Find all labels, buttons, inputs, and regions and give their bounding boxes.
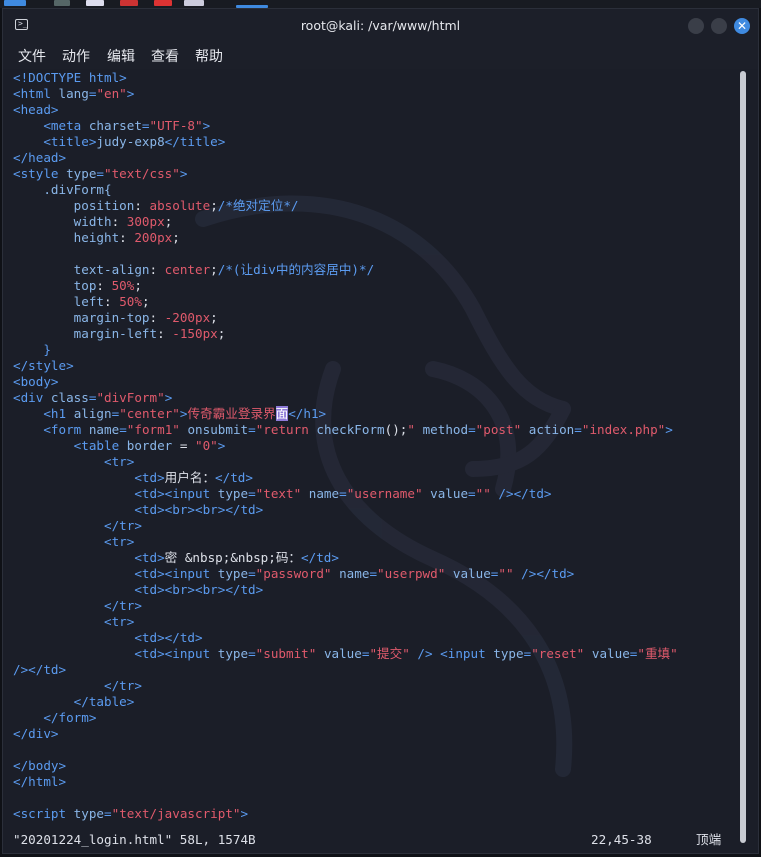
code-line: </tr> [104, 598, 142, 613]
code-line: <tr> [104, 454, 135, 469]
code-line: <!DOCTYPE html> [13, 70, 127, 85]
code-line: <head> [13, 102, 59, 117]
code-line: <tr> [104, 534, 135, 549]
code-line: <style type="text/css"> [13, 166, 188, 181]
code-line: <td>用户名：</td> [134, 470, 253, 485]
code-line: width: 300px; [73, 214, 173, 229]
taskbar-app-icon[interactable] [54, 0, 70, 6]
code-line: <td><input type="password" name="userpwd… [134, 566, 575, 581]
menu-edit[interactable]: 编辑 [107, 46, 135, 66]
code-line: top: 50%; [73, 278, 142, 293]
code-line: <form name="form1" onsubmit="return chec… [43, 422, 673, 437]
code-line: <html lang="en"> [13, 86, 135, 101]
taskbar-strip [0, 0, 761, 8]
code-line: <tr> [104, 614, 135, 629]
code-line: } [43, 342, 51, 357]
code-line: <title>judy-exp8</title> [43, 134, 226, 149]
menu-view[interactable]: 查看 [151, 46, 179, 66]
maximize-button[interactable] [711, 18, 727, 34]
code-line: <td>密 &nbsp;&nbsp;码：</td> [134, 550, 339, 565]
code-line: <table border = "0"> [73, 438, 226, 453]
code-line: </html> [13, 774, 67, 789]
terminal-area[interactable]: <!DOCTYPE html> <html lang="en"> <head> <m… [3, 69, 736, 853]
window-title: root@kali: /var/www/html [300, 18, 461, 33]
taskbar-app-icon[interactable] [154, 0, 172, 6]
status-cursor-position: 22,45-38 [591, 832, 652, 847]
status-file-info: "20201224_login.html" 58L, 1574B [13, 832, 256, 847]
taskbar-app-icon[interactable] [184, 0, 204, 6]
code-line: margin-left: -150px; [73, 326, 226, 341]
taskbar-app-icon[interactable] [86, 0, 104, 6]
code-editor[interactable]: <!DOCTYPE html> <html lang="en"> <head> <m… [13, 70, 678, 822]
code-line: <td><br><br></td> [134, 502, 264, 517]
scrollbar-thumb[interactable] [740, 71, 746, 843]
code-line: </table> [73, 694, 135, 709]
close-button[interactable]: ✕ [734, 18, 750, 34]
taskbar-start-icon[interactable] [4, 0, 26, 6]
code-line: <td><br><br></td> [134, 582, 264, 597]
code-line: position: absolute;/*绝对定位*/ [73, 198, 299, 213]
status-scroll-position: 顶端 [696, 832, 722, 847]
vim-status-line: "20201224_login.html" 58L, 1574B 22,45-3… [13, 832, 725, 848]
code-line: <div class="divForm"> [13, 390, 173, 405]
code-line: </form> [43, 710, 97, 725]
code-line: .divForm{ [43, 182, 112, 197]
code-line: height: 200px; [73, 230, 180, 245]
menu-file[interactable]: 文件 [18, 46, 46, 66]
menu-action[interactable]: 动作 [62, 46, 90, 66]
taskbar-app-icon[interactable] [120, 0, 138, 6]
code-line: left: 50%; [73, 294, 150, 309]
title-bar[interactable]: >_ root@kali: /var/www/html ✕ [3, 9, 758, 43]
code-line: <body> [13, 374, 59, 389]
vertical-scrollbar[interactable] [739, 71, 747, 851]
code-line: <td></td> [134, 630, 203, 645]
code-line: /></td> [13, 662, 67, 677]
code-line: </tr> [104, 518, 142, 533]
code-line: <td><input type="text" name="username" v… [134, 486, 552, 501]
code-line: </div> [13, 726, 59, 741]
minimize-button[interactable] [688, 18, 704, 34]
code-line: margin-top: -200px; [73, 310, 218, 325]
code-line: <td><input type="submit" value="提交" /> <… [134, 646, 678, 661]
code-line: <meta charset="UTF-8"> [43, 118, 211, 133]
menu-help[interactable]: 帮助 [195, 46, 223, 66]
code-line: </style> [13, 358, 74, 373]
code-line: <h1 align="center">传奇霸业登录界面</h1> [43, 406, 327, 421]
terminal-window: >_ root@kali: /var/www/html ✕ 文件 动作 编辑 查… [2, 8, 759, 854]
code-line: text-align: center;/*(让div中的内容居中)*/ [73, 262, 375, 277]
code-line: <script type="text/javascript"> [13, 806, 249, 821]
menu-bar: 文件 动作 编辑 查看 帮助 [3, 43, 758, 69]
code-line: </head> [13, 150, 67, 165]
code-line: </body> [13, 758, 67, 773]
code-line: </tr> [104, 678, 142, 693]
